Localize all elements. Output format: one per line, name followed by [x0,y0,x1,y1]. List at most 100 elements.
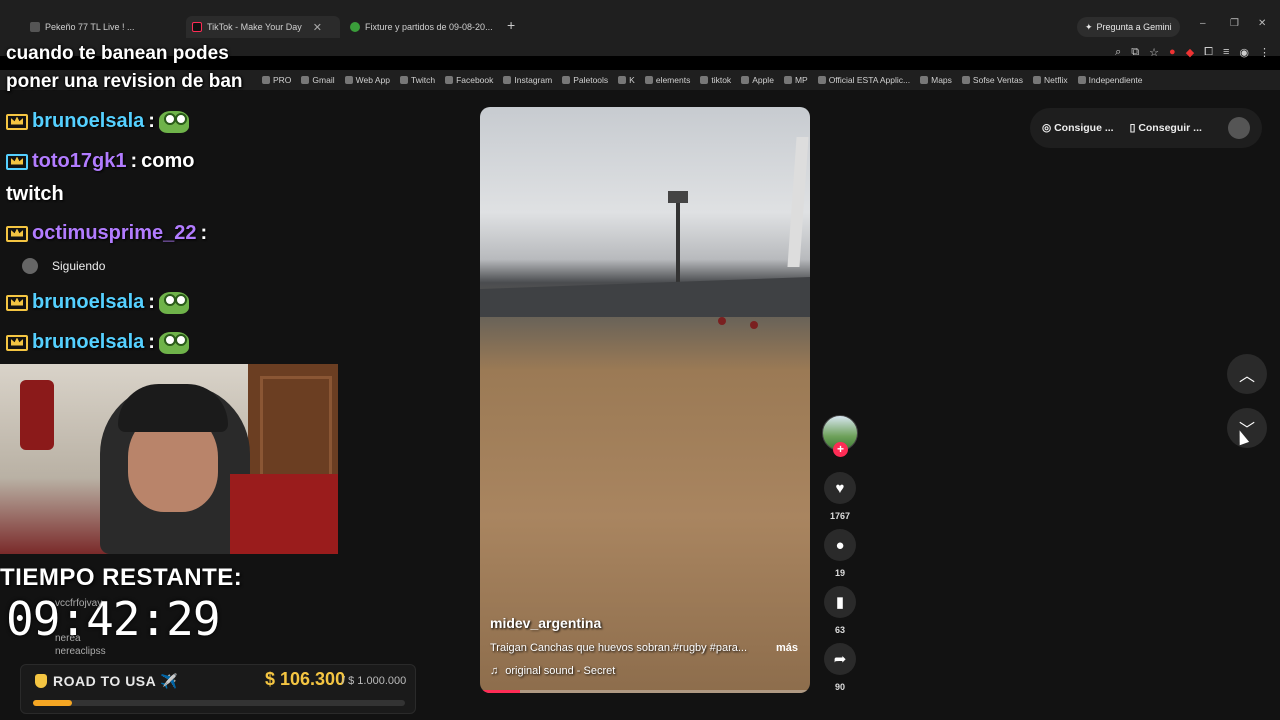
zoom-icon[interactable]: ⌕ [1115,46,1121,59]
chevron-up-icon: ︿ [1238,368,1255,385]
more-vert-icon[interactable]: ⋮ [1259,46,1270,59]
profile-avatar[interactable] [1228,117,1250,139]
bookmark-label: Independiente [1088,75,1143,85]
sound-label: original sound - Secret [505,665,616,677]
road-to-usa-goal: ROAD TO USA ✈️ $ 106.300 / $ 1.000.000 [20,664,416,714]
bookmark-label: Instagram [514,75,553,85]
bookmark-label: Gmail [312,75,335,85]
video-description: Traigan Canchas que huevos sobran.#rugby… [490,642,748,654]
share-button[interactable]: ➦ [824,643,856,675]
tab-tiktok[interactable]: TikTok - Make Your Day ✕ [186,16,340,38]
chat-text: como [141,150,195,172]
chat-message: toto17gk1 : como [6,150,194,173]
phone-icon: ▯ [1129,122,1139,134]
chat-message-continued: twitch [6,183,64,206]
sound-link[interactable]: ♫ original sound - Secret [490,665,615,677]
chat-message: brunoelsala : [6,291,189,314]
more-button[interactable]: más [776,642,798,654]
conseguir-app-button[interactable]: ▯ Conseguir ... [1130,122,1202,134]
sidebar-item-siguiendo[interactable]: Siguiendo [22,258,105,274]
video-progress-bar[interactable] [480,690,810,693]
star-icon[interactable]: ☆ [1149,46,1159,59]
comment-button[interactable]: ● [824,529,856,561]
close-icon[interactable]: ✕ [313,21,322,34]
webcam-overlay [0,364,338,554]
extension-icon[interactable]: ◆ [1186,46,1194,59]
bookmark-label: Netflix [1044,75,1068,85]
bookmark-item[interactable]: elements [644,75,690,85]
video-username[interactable]: midev_argentina [490,615,601,631]
tab-label: Fixture y partidos de 09-08-20... [365,22,493,32]
follow-plus-icon[interactable]: + [833,442,848,457]
chat-separator: : [148,331,155,353]
bookmark-item[interactable]: Gmail [301,75,335,85]
chat-username: brunoelsala [32,291,145,313]
bookmark-label: tiktok [711,75,732,85]
coin-icon: ◎ [1042,122,1055,134]
toolbar-icons: ⌕ ⧉ ☆ ● ◆ ⧠ ≡ ◉ ⋮ [1115,46,1270,59]
bookmark-label: Official ESTA Applic... [828,75,911,85]
chat-message: octimusprime_22 : [6,222,207,245]
chat-top-message: cuando te banean podes poner una revisio… [6,40,243,96]
like-button[interactable]: ♥ [824,472,856,504]
extension-icon[interactable]: ● [1169,46,1176,59]
previous-video-button[interactable]: ︿ [1227,354,1267,394]
new-tab-button[interactable]: + [507,17,515,33]
facebook-icon [445,76,454,84]
bookmark-item[interactable]: Apple [741,75,774,85]
bookmark-item[interactable]: Paletools [562,75,608,85]
bookmark-label: Twitch [410,75,436,85]
bookmark-item[interactable]: Netflix [1033,75,1068,85]
bookmark-item[interactable]: MP [783,75,808,85]
crown-icon [6,334,28,351]
blanket-decor [230,474,338,554]
chat-message: brunoelsala : [6,331,189,354]
chat-text: twitch [6,183,64,205]
bookmark-item[interactable]: Facebook [445,75,493,85]
bookmark-item[interactable]: Web App [344,75,390,85]
tower-decor [787,137,809,267]
chat-separator: : [148,291,155,313]
save-button[interactable]: ▮ [824,586,856,618]
menu-icon[interactable]: ≡ [1223,46,1229,59]
tab-stream[interactable]: Pekeño 77 TL Live ! ... [30,16,180,38]
sparkle-icon: ✦ [1085,21,1093,32]
close-window-button[interactable]: ✕ [1258,18,1266,29]
minimize-button[interactable]: – [1200,18,1206,29]
bookmark-label: Web App [355,75,390,85]
bookmark-label: Sofse Ventas [972,75,1023,85]
avatar[interactable]: ◉ [1239,46,1249,59]
floodlight-decor [668,191,688,287]
bookmark-label: PRO [273,75,292,85]
streamer-cap [118,384,228,432]
conseguir-label: Conseguir ... [1138,122,1202,134]
chat-separator: : [130,150,138,172]
badge-icon [6,153,28,170]
bookmark-item[interactable]: K [618,75,635,85]
countdown-timer: 09:42:29 [6,592,221,646]
bookmark-item[interactable]: Instagram [503,75,552,85]
chat-text-line: poner una revision de ban [6,71,243,92]
maximize-button[interactable]: ❐ [1230,18,1239,29]
video-player[interactable]: midev_argentina Traigan Canchas que huev… [480,107,810,693]
bookmark-item[interactable]: PRO [262,75,291,85]
bookmark-item[interactable]: Official ESTA Applic... [817,75,911,85]
chat-separator: : [200,222,208,244]
tiktok-icon [192,22,202,32]
bookmark-item[interactable]: Twitch [399,75,436,85]
crown-icon [6,113,28,130]
puzzle-icon[interactable]: ⧠ [1204,46,1213,59]
tab-label: TikTok - Make Your Day [207,22,302,32]
gemini-button[interactable]: ✦ Pregunta a Gemini [1077,17,1180,37]
bookmark-item[interactable]: Sofse Ventas [961,75,1023,85]
jersey-decor [20,380,54,450]
tab-fixture[interactable]: Fixture y partidos de 09-08-20... ✕ [350,16,500,38]
tiempo-restante-label: TIEMPO RESTANTE: [0,564,243,591]
bookmark-item[interactable]: tiktok [700,75,731,85]
consigue-button[interactable]: ◎ Consigue ... [1042,122,1114,134]
tiktok-icon [700,76,709,84]
bookmark-item[interactable]: Maps [920,75,952,85]
like-count: 1767 [829,511,851,521]
bookmark-item[interactable]: Independiente [1077,75,1143,85]
cast-icon[interactable]: ⧉ [1131,46,1139,59]
